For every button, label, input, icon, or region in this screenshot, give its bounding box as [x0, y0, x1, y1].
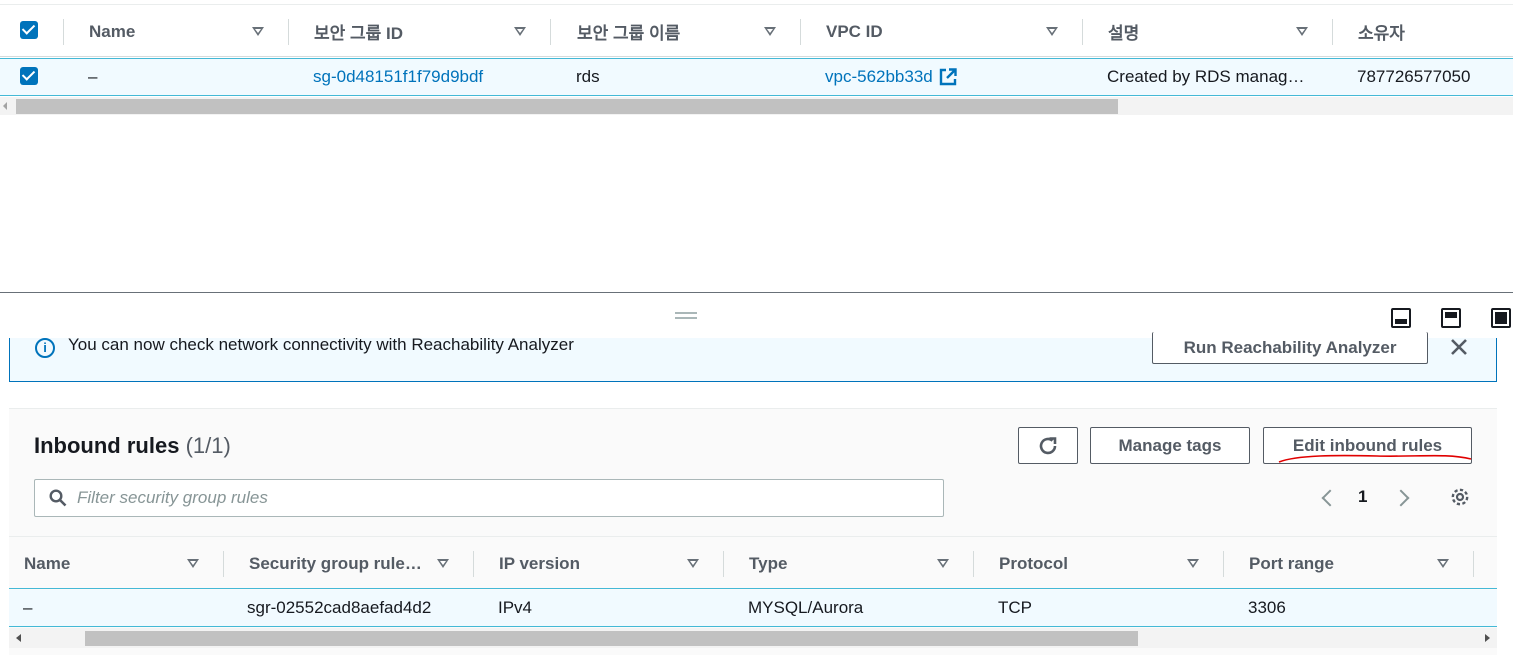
rule-protocol: TCP: [998, 598, 1032, 617]
column-divider[interactable]: [1473, 551, 1474, 577]
column-header-port-range[interactable]: Port range: [1249, 537, 1334, 590]
column-divider[interactable]: [1332, 19, 1333, 45]
column-header-type[interactable]: Type: [749, 537, 787, 590]
page-number[interactable]: 1: [1358, 487, 1367, 507]
column-divider[interactable]: [973, 551, 974, 577]
row-checkbox[interactable]: [20, 67, 38, 85]
column-divider[interactable]: [800, 19, 801, 45]
split-panel-divider[interactable]: [0, 292, 1513, 293]
banner-text: You can now check network connectivity w…: [68, 335, 574, 354]
column-divider[interactable]: [550, 19, 551, 45]
column-divider[interactable]: [1223, 551, 1224, 577]
filter-rules-input[interactable]: [77, 487, 927, 509]
column-header-rule-id[interactable]: Security group rule…: [249, 537, 422, 590]
inbound-rules-count: (1/1): [185, 433, 231, 458]
resize-handle-icon[interactable]: [675, 317, 697, 319]
external-link-icon[interactable]: [939, 68, 957, 86]
rule-ip-version: IPv4: [498, 598, 533, 617]
column-header-sg-id[interactable]: 보안 그룹 ID: [314, 5, 403, 58]
horizontal-scrollbar[interactable]: [9, 628, 1497, 648]
row-owner: 787726577050: [1357, 67, 1471, 86]
sort-icon[interactable]: [687, 559, 699, 568]
sort-icon[interactable]: [1046, 27, 1058, 36]
row-sg-name: rds: [576, 67, 600, 86]
sort-icon[interactable]: [764, 27, 776, 36]
inbound-rules-title: Inbound rules (1/1): [34, 433, 231, 459]
scroll-left-arrow-icon[interactable]: [16, 634, 21, 642]
previous-page-icon[interactable]: [1321, 489, 1339, 507]
scroll-right-arrow-icon[interactable]: [1485, 634, 1490, 642]
manage-tags-button[interactable]: Manage tags: [1090, 427, 1250, 464]
scroll-left-arrow-icon[interactable]: [3, 102, 7, 110]
column-header-sg-name[interactable]: 보안 그룹 이름: [577, 5, 680, 58]
scrollbar-thumb[interactable]: [85, 631, 1138, 646]
rule-name: –: [23, 598, 33, 617]
panel-full-layout-icon[interactable]: [1491, 308, 1511, 328]
column-header-description[interactable]: 설명: [1108, 5, 1139, 58]
table-row[interactable]: – sg-0d48151f1f79d9bdf rds vpc-562bb33d …: [0, 58, 1513, 96]
rule-type: MYSQL/Aurora: [748, 598, 864, 617]
row-sg-id-link[interactable]: sg-0d48151f1f79d9bdf: [313, 59, 483, 95]
rule-id: sgr-02552cad8aefad4d2: [247, 598, 432, 617]
refresh-button[interactable]: [1018, 427, 1078, 464]
row-name: –: [88, 67, 98, 86]
column-header-vpc-id[interactable]: VPC ID: [826, 5, 883, 58]
table-row[interactable]: – sgr-02552cad8aefad4d2 IPv4 MYSQL/Auror…: [9, 590, 1497, 627]
info-icon: i: [35, 338, 55, 358]
security-groups-panel: Name 보안 그룹 ID 보안 그룹 이름 VPC ID 설명 소유자 – s…: [0, 0, 1513, 292]
sort-icon[interactable]: [1187, 559, 1199, 568]
column-divider: [63, 19, 64, 45]
sort-icon[interactable]: [437, 559, 449, 568]
filter-rules-search[interactable]: [34, 479, 944, 517]
settings-gear-icon[interactable]: [1449, 486, 1471, 508]
rule-port-range: 3306: [1248, 598, 1286, 617]
sort-icon[interactable]: [252, 27, 264, 36]
security-groups-table-header: Name 보안 그룹 ID 보안 그룹 이름 VPC ID 설명 소유자: [0, 4, 1513, 57]
inbound-title-text: Inbound rules: [34, 433, 180, 458]
column-divider[interactable]: [1082, 19, 1083, 45]
sort-icon[interactable]: [1296, 27, 1308, 36]
horizontal-scrollbar[interactable]: [0, 97, 1513, 115]
resize-handle-icon[interactable]: [675, 312, 697, 314]
panel-middle-layout-icon[interactable]: [1441, 308, 1461, 328]
sort-icon[interactable]: [514, 27, 526, 36]
sort-icon[interactable]: [1437, 559, 1449, 568]
refresh-icon[interactable]: [1037, 435, 1059, 457]
column-header-ip-version[interactable]: IP version: [499, 537, 580, 590]
vpc-id-text[interactable]: vpc-562bb33d: [825, 67, 933, 87]
inbound-rules-table-header: Name Security group rule… IP version Typ…: [9, 536, 1497, 589]
run-reachability-analyzer-button[interactable]: Run Reachability Analyzer: [1152, 332, 1428, 364]
column-header-name[interactable]: Name: [24, 537, 70, 590]
panel-bottom-layout-icon[interactable]: [1391, 308, 1411, 328]
annotation-underline: [1278, 454, 1472, 463]
sort-icon[interactable]: [187, 559, 199, 568]
row-vpc-id-link[interactable]: vpc-562bb33d: [825, 59, 957, 95]
search-icon: [49, 489, 67, 507]
scrollbar-thumb[interactable]: [16, 99, 1118, 114]
select-all-checkbox[interactable]: [20, 21, 38, 39]
inbound-rules-panel: Inbound rules (1/1) Manage tags Edit inb…: [9, 408, 1497, 655]
column-divider[interactable]: [473, 551, 474, 577]
sort-icon[interactable]: [937, 559, 949, 568]
column-divider[interactable]: [223, 551, 224, 577]
close-icon[interactable]: [1450, 338, 1468, 356]
column-header-protocol[interactable]: Protocol: [999, 537, 1068, 590]
column-divider[interactable]: [723, 551, 724, 577]
row-description: Created by RDS manag…: [1107, 67, 1305, 86]
column-header-name[interactable]: Name: [89, 5, 135, 58]
column-header-owner[interactable]: 소유자: [1358, 5, 1405, 58]
next-page-icon[interactable]: [1392, 489, 1410, 507]
info-banner: i You can now check network connectivity…: [9, 332, 1497, 382]
column-divider[interactable]: [288, 19, 289, 45]
